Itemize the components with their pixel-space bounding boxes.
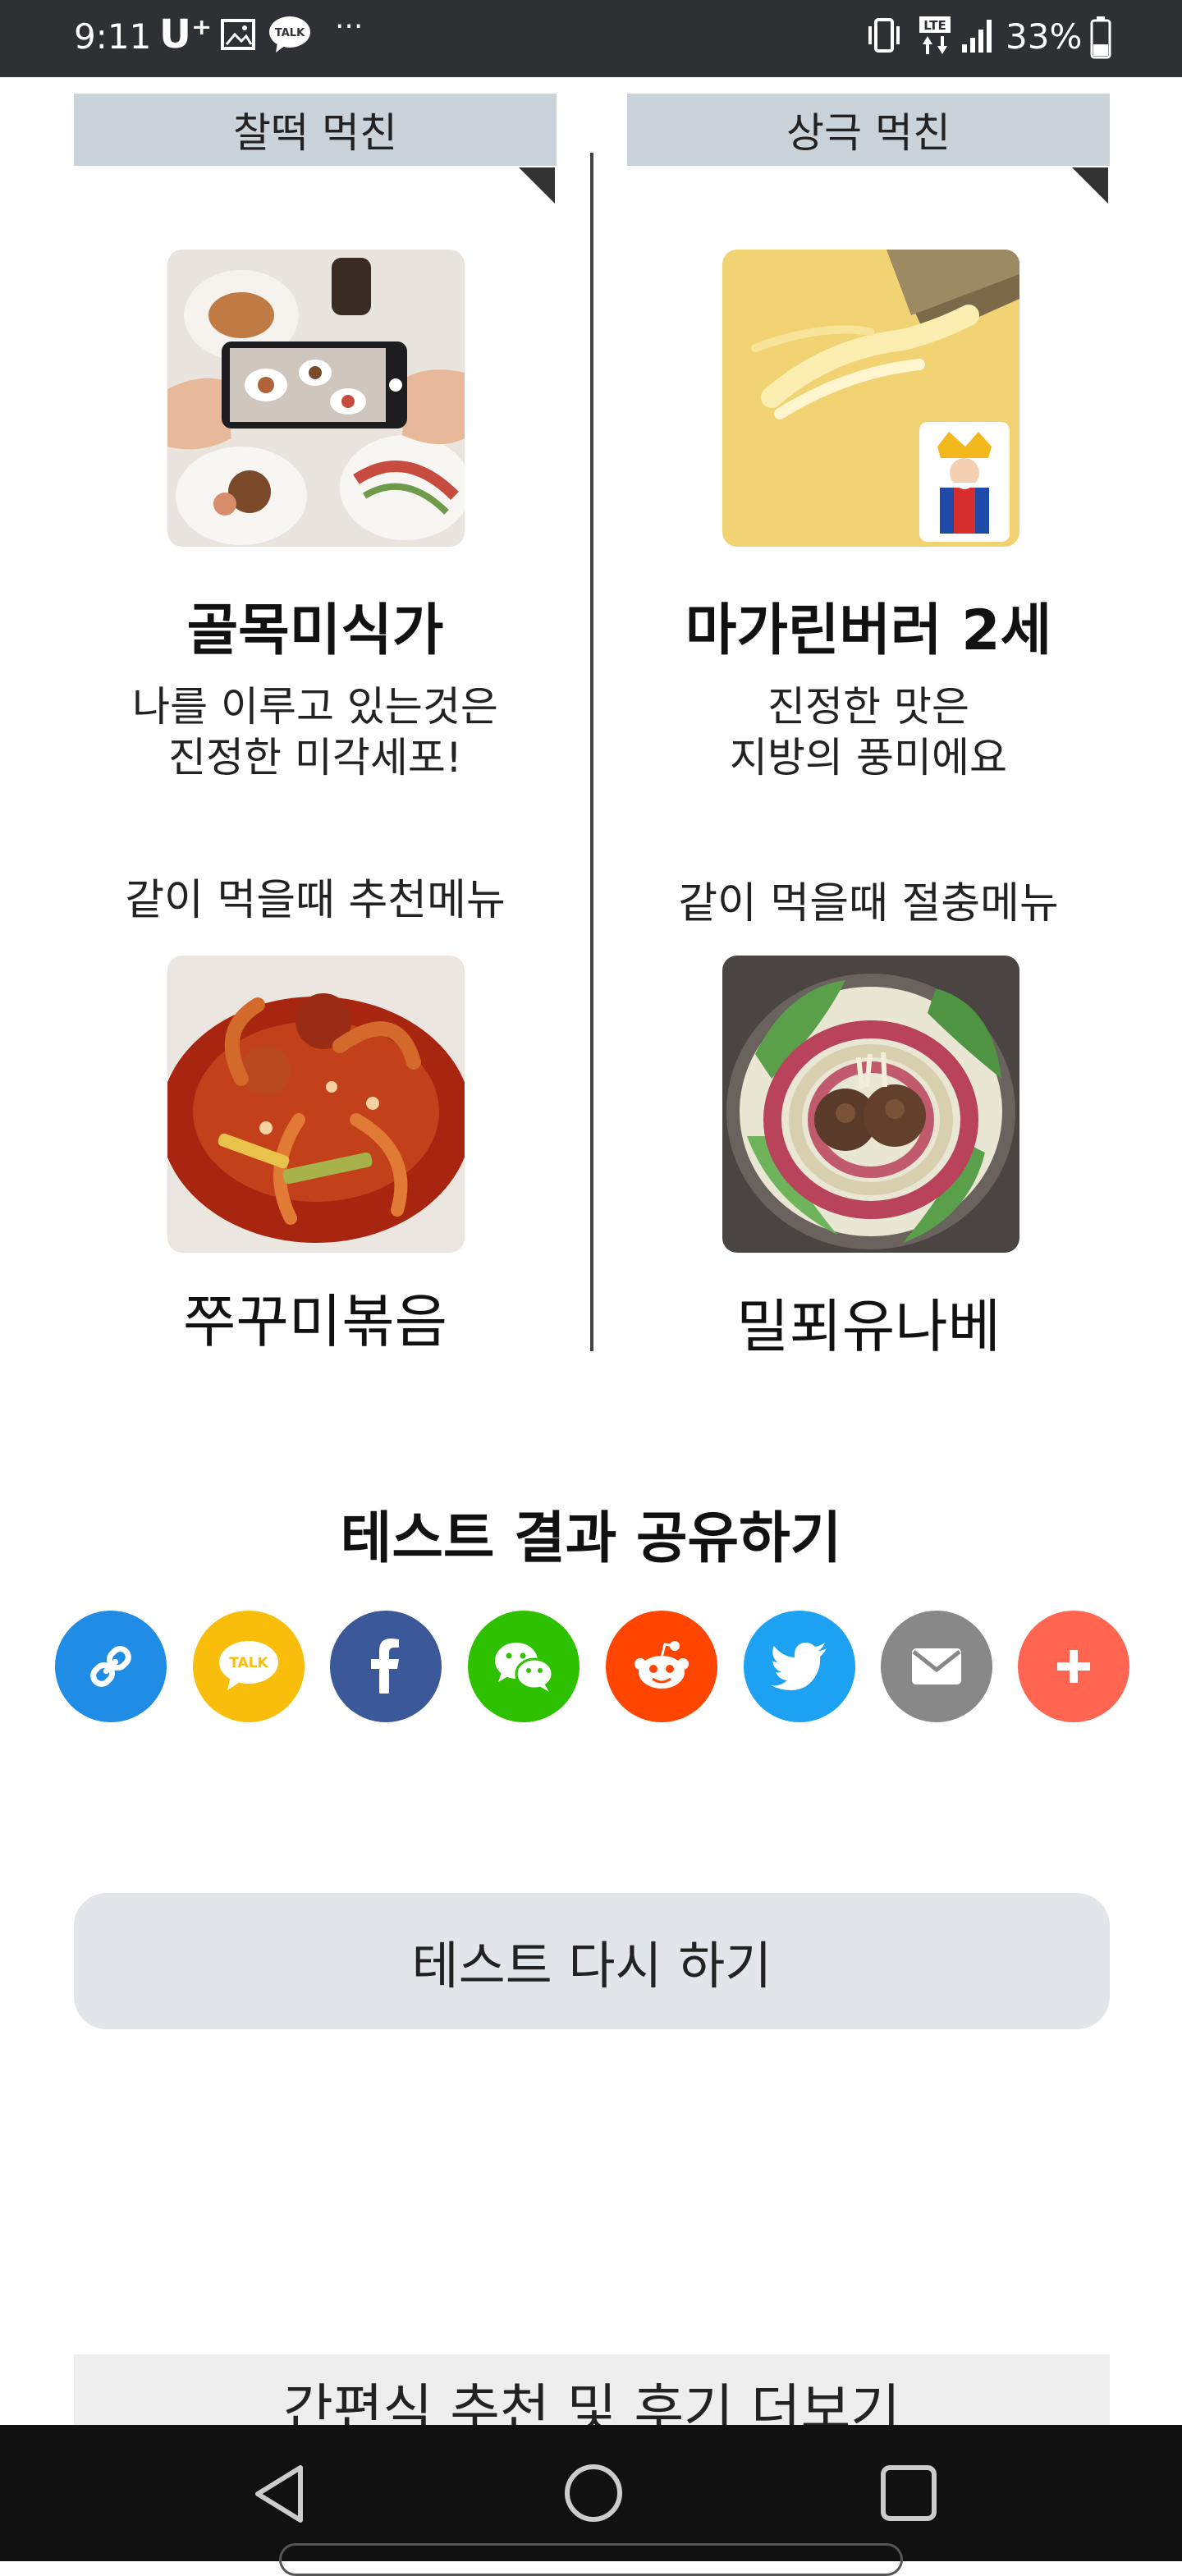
gesture-handle[interactable] bbox=[279, 2543, 903, 2576]
plus-icon bbox=[1057, 1650, 1090, 1683]
carrier-label: U⁺ bbox=[159, 11, 213, 57]
right-tag-label: 상극 먹친 bbox=[786, 109, 951, 157]
right-menu-name: 밀푀유나베 bbox=[736, 1293, 1001, 1360]
share-link-button[interactable] bbox=[55, 1611, 167, 1722]
svg-text:LTE: LTE bbox=[923, 18, 946, 33]
share-facebook-button[interactable] bbox=[330, 1611, 442, 1722]
right-recommend-label: 같이 먹을때 절충메뉴 bbox=[678, 879, 1059, 928]
back-button[interactable] bbox=[251, 2463, 309, 2528]
status-time: 9:11 bbox=[74, 16, 152, 57]
kakaotalk-icon: TALK bbox=[219, 1641, 278, 1690]
share-email-button[interactable] bbox=[881, 1611, 992, 1722]
home-icon bbox=[565, 2464, 622, 2522]
recents-button[interactable] bbox=[878, 2463, 939, 2527]
home-button[interactable] bbox=[563, 2463, 624, 2527]
kakaotalk-icon: TALK bbox=[268, 15, 312, 57]
status-bar: 9:11 U⁺ TALK ··· LTE 33% bbox=[0, 0, 1182, 77]
spicy-squid-image bbox=[167, 956, 465, 1253]
left-description-line2: 진정한 미각세포! bbox=[168, 734, 462, 782]
more-notifications: ··· bbox=[335, 10, 364, 44]
left-tag-label: 찰떡 먹친 bbox=[233, 109, 397, 157]
navigation-bar bbox=[0, 2425, 1182, 2561]
left-description: 나를 이루고 있는것은 진정한 미각세포! bbox=[53, 681, 578, 783]
right-description-line2: 지방의 풍미에요 bbox=[730, 734, 1007, 782]
left-tag: 찰떡 먹친 bbox=[74, 94, 557, 166]
right-tag-corner bbox=[1072, 167, 1108, 204]
share-kakaotalk-button[interactable]: TALK bbox=[193, 1611, 305, 1722]
wechat-icon bbox=[495, 1643, 554, 1692]
share-twitter-button[interactable] bbox=[744, 1611, 855, 1722]
reddit-icon bbox=[635, 1641, 689, 1689]
vibrate-icon bbox=[864, 15, 905, 59]
left-recommend-label: 같이 먹을때 추천메뉴 bbox=[125, 876, 506, 925]
more-reviews-button[interactable]: 간편식 추천 및 후기 더보기 bbox=[74, 2354, 1110, 2436]
battery-percent: 33% bbox=[1006, 16, 1083, 57]
right-description-line1: 진정한 맛은 bbox=[767, 683, 969, 731]
battery-icon bbox=[1090, 16, 1111, 62]
food-photo-image bbox=[167, 250, 465, 547]
gallery-icon bbox=[220, 18, 256, 54]
right-description: 진정한 맛은 지방의 풍미에요 bbox=[606, 681, 1131, 783]
back-icon bbox=[255, 2465, 303, 2523]
retry-test-label: 테스트 다시 하기 bbox=[411, 1936, 772, 1996]
retry-test-button[interactable]: 테스트 다시 하기 bbox=[74, 1893, 1110, 2029]
lte-icon: LTE bbox=[918, 15, 955, 61]
share-title: 테스트 결과 공유하기 bbox=[340, 1506, 842, 1571]
margarine-king-image bbox=[722, 250, 1019, 547]
left-character-name: 골목미식가 bbox=[186, 598, 444, 663]
share-buttons: TALK bbox=[0, 1611, 1182, 1722]
left-description-line1: 나를 이루고 있는것은 bbox=[132, 683, 498, 731]
right-tag: 상극 먹친 bbox=[627, 94, 1110, 166]
twitter-icon bbox=[771, 1643, 827, 1690]
millefeuille-nabe-image bbox=[722, 956, 1019, 1253]
recents-icon bbox=[881, 2465, 937, 2521]
share-wechat-button[interactable] bbox=[468, 1611, 580, 1722]
left-menu-name: 쭈꾸미볶음 bbox=[183, 1288, 447, 1355]
share-reddit-button[interactable] bbox=[606, 1611, 717, 1722]
email-icon bbox=[912, 1648, 961, 1684]
facebook-icon bbox=[371, 1639, 399, 1694]
kakaotalk-icon-label: TALK bbox=[229, 1655, 268, 1671]
share-more-button[interactable] bbox=[1018, 1611, 1129, 1722]
column-divider bbox=[590, 153, 593, 1351]
link-icon bbox=[90, 1646, 131, 1687]
signal-icon bbox=[960, 16, 998, 57]
left-tag-corner bbox=[519, 167, 555, 204]
right-character-name: 마가린버러 2세 bbox=[685, 598, 1052, 663]
svg-text:TALK: TALK bbox=[275, 27, 305, 39]
